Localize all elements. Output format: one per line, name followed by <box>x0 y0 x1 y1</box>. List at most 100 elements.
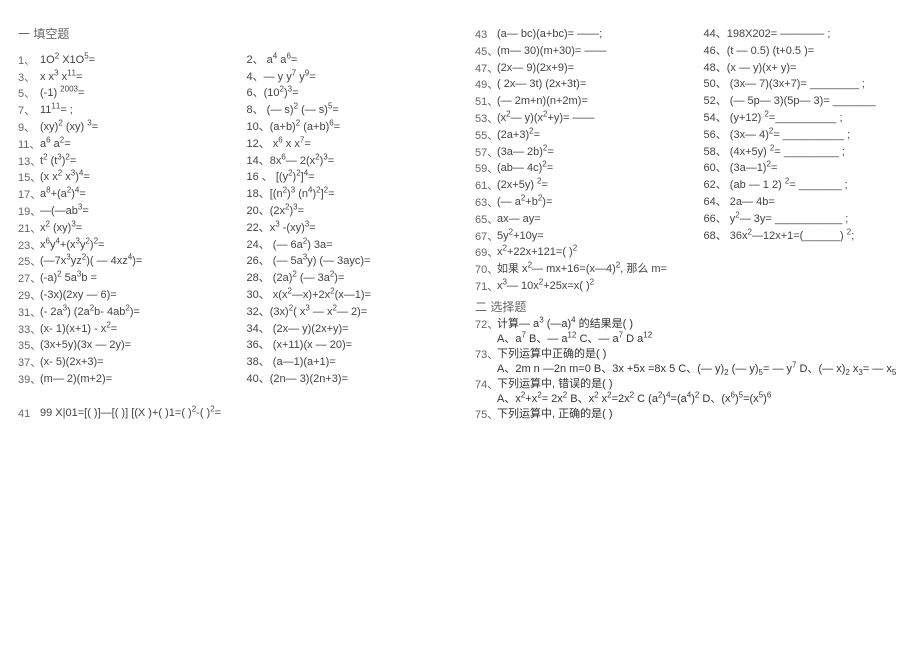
question-row: 45、(m— 30)(m+30)= ——46、(t — 0.5) (t+0.5 … <box>475 45 902 62</box>
question-text-a: a8+(a2)4= <box>40 188 245 201</box>
question-row: 25、(—7x3yz2)( — 4xz4)=26、 (— 5a3y) (— 3a… <box>18 255 445 272</box>
question-text-a: 1111= ; <box>40 104 245 117</box>
question-text-a: 1O2 X1O5= <box>40 54 245 67</box>
question-text-b: 24、 (— 6a2) 3a= <box>245 239 446 252</box>
question-number: 37、 <box>18 356 40 370</box>
question-text-b: 56、 (3x— 4)2= __________ ; <box>702 129 903 142</box>
question-text-b: 28、 (2a)2 (— 3a2)= <box>245 272 446 285</box>
section-2-title: 二 选择题 <box>475 301 902 315</box>
question-text-b: 50、 (3x— 7)(3x+7)= ________ ; <box>702 78 903 91</box>
mc-number <box>475 363 497 364</box>
question-number: 69、 <box>475 246 497 260</box>
question-row: 69、x2+22x+121=( )2 <box>475 246 902 263</box>
question-text-a: (ab— 4c)2= <box>497 162 702 175</box>
question-text-a: (x x2 x3)4= <box>40 171 245 184</box>
question-text-b: 66、 y2— 3y= ___________ ; <box>702 213 903 226</box>
question-text-b: 2、 a4 a6= <box>245 54 446 67</box>
question-row: 51、(— 2m+n)(n+2m)=52、 (— 5p— 3)(5p— 3)= … <box>475 95 902 112</box>
question-text-b: 48、(x — y)(x+ y)= <box>702 62 903 75</box>
question-text-a: a6 a2= <box>40 138 245 151</box>
question-row: 4199 X|01=[( )]—[( )] [(X )+( )1=( )2-( … <box>18 407 445 424</box>
question-text-a: x2 (xy)3= <box>40 222 245 235</box>
question-text-b: 52、 (— 5p— 3)(5p— 3)= _______ <box>702 95 903 108</box>
question-text-a: (2x— 9)(2x+9)= <box>497 62 702 75</box>
question-row: 71、x3— 10x2+25x=x( )2 <box>475 280 902 297</box>
mc-text: A、a7 B、— a12 C、— a7 D a12 <box>497 333 902 346</box>
question-text-b: 6、(102)3= <box>245 87 446 100</box>
mc-number <box>475 393 497 394</box>
question-text-b: 40、(2n— 3)(2n+3)= <box>245 373 446 386</box>
question-text-a: 5y2+10y= <box>497 230 702 243</box>
question-number: 39、 <box>18 373 40 387</box>
question-row: 5、(-1) 2003=6、(102)3= <box>18 87 445 104</box>
question-text-b: 68、 36x2—12x+1=(______) 2; <box>702 230 903 243</box>
question-text-a: (-1) 2003= <box>40 87 245 100</box>
question-text-a: (3a— 2b)2= <box>497 146 702 159</box>
question-text-a: x x3 x11= <box>40 71 245 84</box>
question-text-a: 如果 x2— mx+16=(x—4)2, 那么 m= <box>497 263 902 276</box>
question-text-b: 58、 (4x+5y) 2= _________ ; <box>702 146 903 159</box>
question-text-a: t2 (t3)2= <box>40 155 245 168</box>
question-number: 41 <box>18 407 40 421</box>
question-text-b: 64、 2a— 4b= <box>702 196 903 209</box>
question-row: 35、(3x+5y)(3x — 2y)=36、 (x+11)(x — 20)= <box>18 339 445 356</box>
question-text-b: 8、 (— s)2 (— s)5= <box>245 104 446 117</box>
question-text-b: 18、[(n2)3 (n4)2]2= <box>245 188 446 201</box>
mc-text: 计算— a3 (—a)4 的结果是( ) <box>497 318 902 331</box>
mc-row: 75、下列运算中, 正确的是( ) <box>475 407 902 422</box>
mc-number: 73、 <box>475 348 497 362</box>
question-text-b: 60、 (3a—1)2= <box>702 162 903 175</box>
mc-number: 75、 <box>475 408 497 422</box>
question-text-b: 54、 (y+12) 2=__________ ; <box>702 112 903 125</box>
question-text-b: 38、 (a—1)(a+1)= <box>245 356 446 369</box>
question-row: 39、(m— 2)(m+2)=40、(2n— 3)(2n+3)= <box>18 373 445 390</box>
question-number: 49、 <box>475 78 497 92</box>
question-text-a: —(—ab3= <box>40 205 245 218</box>
question-row <box>18 390 445 407</box>
question-row: 37、(x- 5)(2x+3)=38、 (a—1)(a+1)= <box>18 356 445 373</box>
question-row: 33、(x- 1)(x+1) - x2=34、 (2x— y)(2x+y)= <box>18 323 445 340</box>
question-text-b: 22、x3 -(xy)3= <box>245 222 446 235</box>
question-text-a: (— 2m+n)(n+2m)= <box>497 95 702 108</box>
question-number: 43 <box>475 28 497 42</box>
question-text-a: (2x+5y) 2= <box>497 179 702 192</box>
question-text-a: (x2— y)(x2+y)= —— <box>497 112 702 125</box>
question-number: 17、 <box>18 188 40 202</box>
question-number: 35、 <box>18 339 40 353</box>
question-text-a: (a— bc)(a+bc)= ——; <box>497 28 702 41</box>
question-number: 47、 <box>475 62 497 76</box>
question-number: 5、 <box>18 87 40 101</box>
question-row: 27、(-a)2 5a3b =28、 (2a)2 (— 3a2)= <box>18 272 445 289</box>
question-number: 3、 <box>18 71 40 85</box>
question-text-a: x3— 10x2+25x=x( )2 <box>497 280 902 293</box>
question-text-a: x6y4+(x3y2)2= <box>40 239 245 252</box>
question-number: 53、 <box>475 112 497 126</box>
question-number: 67、 <box>475 230 497 244</box>
mc-row: A、2m n —2n m=0 B、3x +5x =8x 5 C、(— y)2 (… <box>475 362 902 377</box>
question-number: 29、 <box>18 289 40 303</box>
question-text-a: x2+22x+121=( )2 <box>497 246 902 259</box>
question-text-a: ( 2x— 3t) (2x+3t)= <box>497 78 702 91</box>
question-row: 31、(- 2a3) (2a2b- 4ab2)=32、(3x)2( x3 — x… <box>18 306 445 323</box>
mc-text: 下列运算中, 正确的是( ) <box>497 408 902 421</box>
question-text-b: 10、(a+b)2 (a+b)6= <box>245 121 446 134</box>
mc-text: 下列运算中正确的是( ) <box>497 348 902 361</box>
question-text-a: (—7x3yz2)( — 4xz4)= <box>40 255 245 268</box>
question-number: 19、 <box>18 205 40 219</box>
question-text-a: (m— 30)(m+30)= —— <box>497 45 702 58</box>
question-row: 57、(3a— 2b)2=58、 (4x+5y) 2= _________ ; <box>475 146 902 163</box>
left-column: 一 填空题 1、1O2 X1O5=2、 a4 a6=3、x x3 x11=4、—… <box>18 28 471 640</box>
question-text-b: 32、(3x)2( x3 — x2— 2)= <box>245 306 446 319</box>
right-column: 43(a— bc)(a+bc)= ——;44、198X202= ———— ; 45… <box>471 28 902 640</box>
question-text-b: 44、198X202= ———— ; <box>702 28 903 41</box>
question-number: 1、 <box>18 54 40 68</box>
mc-row: A、a7 B、— a12 C、— a7 D a12 <box>475 332 902 347</box>
question-row: 15、(x x2 x3)4=16 、 [(y2)2]4= <box>18 171 445 188</box>
question-text-b: 26、 (— 5a3y) (— 3ayc)= <box>245 255 446 268</box>
question-row: 53、(x2— y)(x2+y)= ——54、 (y+12) 2=_______… <box>475 112 902 129</box>
question-row: 1、1O2 X1O5=2、 a4 a6= <box>18 54 445 71</box>
question-number: 13、 <box>18 155 40 169</box>
question-number: 27、 <box>18 272 40 286</box>
question-number: 59、 <box>475 162 497 176</box>
question-number: 11、 <box>18 138 40 152</box>
